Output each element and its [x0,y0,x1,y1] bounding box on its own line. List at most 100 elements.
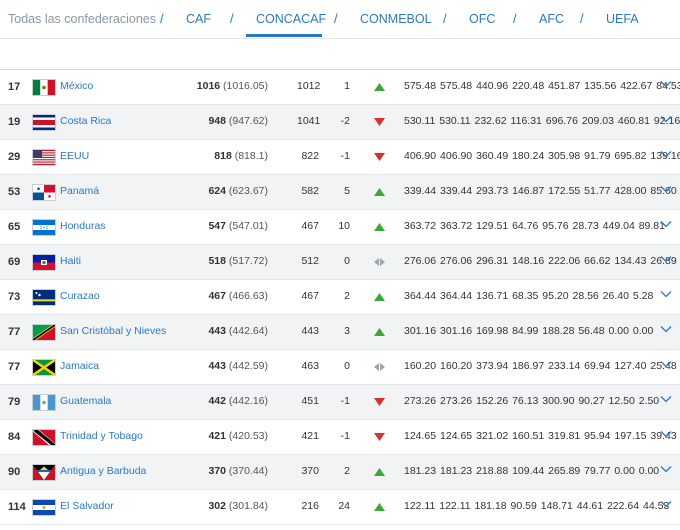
rank-change: -1 [340,150,350,162]
country-link[interactable]: Panamá [60,185,99,197]
total-points: 467 (466.63) [208,290,268,302]
previous-points: 582 [301,185,319,197]
points-exact: (547.01) [228,220,268,232]
trend-up-icon [374,187,385,196]
total-points: 442 (442.16) [208,395,268,407]
tab-ofc[interactable]: OFC [469,12,495,26]
points: 624 [208,185,226,197]
spacer [0,39,680,69]
trend-down-icon [374,432,385,441]
previous-points: 1041 [297,115,321,127]
total-points: 948 (947.62) [208,115,268,127]
usa-flag-icon [32,149,56,166]
country-link[interactable]: San Cristóbal y Nieves [60,325,166,337]
points: 442 [208,395,226,407]
tab-all-confederations[interactable]: Todas las confederaciones [8,12,156,26]
points-exact: (1016.05) [223,80,268,92]
table-row[interactable]: 114 El Salvador 302 (301.84) 216 24 122.11 12… [0,490,680,525]
table-row[interactable]: 90 Antigua y Barbuda 370 (370.44) 370 2 181.2… [0,455,680,490]
country-link[interactable]: Haiti [60,255,81,267]
match-values: 301.16 301.16 169.98 84.99 188.28 56.48 … [404,325,654,337]
points-exact: (517.72) [228,255,268,267]
chevron-down-icon[interactable] [660,218,672,230]
haiti-flag-icon [32,254,56,271]
table-row[interactable]: 84 Trinidad y Tobago 421 (420.53) 421 -1 124.… [0,420,680,455]
table-row[interactable]: 77 San Cristóbal y Nieves 443 (442.64) 443 3… [0,315,680,350]
tab-separator: / [513,11,517,26]
match-values: 339.44 339.44 293.73 146.87 172.55 51.77… [404,185,677,197]
chevron-down-icon[interactable] [660,393,672,405]
tab-separator: / [230,11,234,26]
table-row[interactable]: 69 Haiti 518 (517.72) 512 0 276.06 276.06 296… [0,245,680,280]
total-points: 518 (517.72) [208,255,268,267]
rank: 53 [8,186,21,198]
country-link[interactable]: Jamaica [60,360,99,372]
trend-same-icon [374,362,385,371]
points: 370 [208,465,226,477]
chevron-down-icon[interactable] [660,288,672,300]
match-values: 575.48 575.48 440.96 220.48 451.87 135.5… [404,80,680,92]
confederation-tabs: Todas las confederaciones / CAF / CONCAC… [0,0,680,39]
table-row[interactable]: 19 Costa Rica 948 (947.62) 1041 -2 530.11 530… [0,105,680,140]
country-link[interactable]: Trinidad y Tobago [60,430,143,442]
country-link[interactable]: Honduras [60,220,106,232]
total-points: 547 (547.01) [208,220,268,232]
tab-concacaf[interactable]: CONCACAF [256,12,326,26]
tab-afc[interactable]: AFC [539,12,564,26]
trend-up-icon [374,327,385,336]
points: 518 [208,255,226,267]
rank: 90 [8,466,21,478]
chevron-down-icon[interactable] [660,358,672,370]
country-link[interactable]: EEUU [60,150,89,162]
table-row[interactable]: 29 EEUU 818 (818.1) 822 -1 406.90 406.90 360.… [0,140,680,175]
rank-change: 24 [338,500,350,512]
country-link[interactable]: El Salvador [60,500,114,512]
country-link[interactable]: Curazao [60,290,100,302]
table-row[interactable]: 17 México 1016 (1016.05) 1012 1 575.48 575.48… [0,70,680,105]
rank-change: 2 [344,290,350,302]
rank-change: 10 [338,220,350,232]
country-link[interactable]: Guatemala [60,395,111,407]
chevron-down-icon[interactable] [660,148,672,160]
points-exact: (623.67) [228,185,268,197]
tab-conmebol[interactable]: CONMEBOL [360,12,432,26]
trend-up-icon [374,467,385,476]
previous-points: 421 [301,430,319,442]
previous-points: 467 [301,290,319,302]
points-exact: (442.16) [228,395,268,407]
chevron-down-icon[interactable] [660,183,672,195]
table-row[interactable]: 79 Guatemala 442 (442.16) 451 -1 273.26 273.2… [0,385,680,420]
country-link[interactable]: México [60,80,93,92]
table-row[interactable]: 65 Honduras 547 (547.01) 467 10 363.72 363.72… [0,210,680,245]
chevron-down-icon[interactable] [660,78,672,90]
country-link[interactable]: Antigua y Barbuda [60,465,146,477]
points: 818 [214,150,232,162]
points: 547 [208,220,226,232]
total-points: 421 (420.53) [208,430,268,442]
country-link[interactable]: Costa Rica [60,115,111,127]
points-exact: (370.44) [228,465,268,477]
rank: 73 [8,291,21,303]
el-salvador-flag-icon [32,499,56,516]
tab-uefa[interactable]: UEFA [606,12,639,26]
total-points: 443 (442.59) [208,360,268,372]
tab-caf[interactable]: CAF [186,12,211,26]
tab-separator: / [443,11,447,26]
chevron-down-icon[interactable] [660,323,672,335]
rank: 77 [8,361,21,373]
chevron-down-icon[interactable] [660,498,672,510]
points: 443 [208,360,226,372]
table-row[interactable]: 77 Jamaica 443 (442.59) 463 0 160.20 160.20 3… [0,350,680,385]
points-exact: (301.84) [228,500,268,512]
chevron-down-icon[interactable] [660,113,672,125]
trend-down-icon [374,152,385,161]
chevron-down-icon[interactable] [660,428,672,440]
trend-same-icon [374,257,385,266]
chevron-down-icon[interactable] [660,253,672,265]
total-points: 302 (301.84) [208,500,268,512]
table-row[interactable]: 53 Panamá 624 (623.67) 582 5 339.44 339.44 29… [0,175,680,210]
chevron-down-icon[interactable] [660,463,672,475]
previous-points: 512 [301,255,319,267]
table-row[interactable]: 73 Curazao 467 (466.63) 467 2 364.44 364.44 1… [0,280,680,315]
rank: 114 [8,501,26,513]
